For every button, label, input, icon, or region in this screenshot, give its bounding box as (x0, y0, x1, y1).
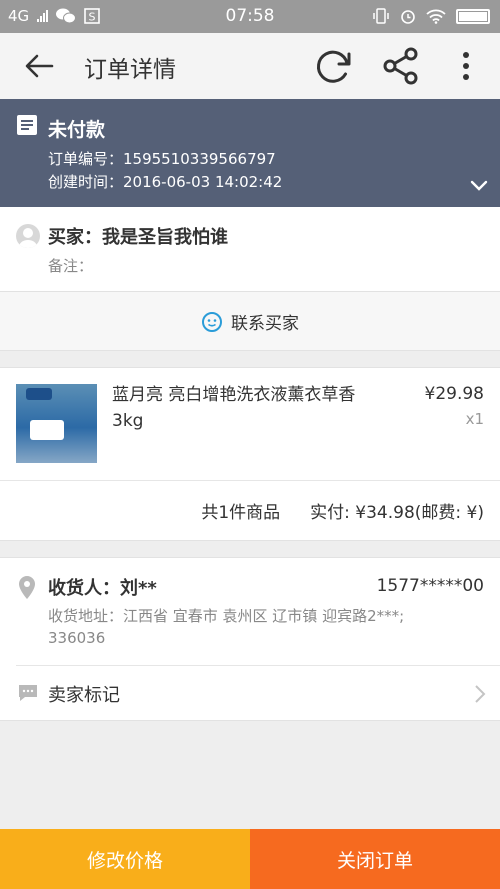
page-title: 订单详情 (84, 57, 176, 83)
arrow-left-icon[interactable] (22, 51, 56, 81)
user-icon (19, 228, 37, 248)
buyer-remark: 备注： (48, 257, 94, 275)
share-icon[interactable] (380, 45, 422, 87)
contact-buyer-label: 联系买家 (231, 314, 299, 334)
message-icon (19, 685, 37, 701)
refresh-icon[interactable] (312, 45, 354, 87)
modify-price-button[interactable]: 修改价格 (0, 829, 250, 889)
shipping-address: 收货地址：江西省 宜春市 袁州区 辽市镇 迎宾路2***; 336036 (48, 607, 405, 647)
vibrate-icon (373, 8, 389, 24)
bottom-action-bar: 修改价格 关闭订单 (0, 829, 500, 889)
order-status-card[interactable]: 未付款 订单编号：1595510339566797 创建时间：2016-06-0… (0, 99, 500, 207)
item-count: 共1件商品 (201, 503, 281, 523)
product-name: 蓝月亮 亮白增艳洗衣液薰衣草香 3kg (112, 385, 356, 431)
battery-icon (456, 8, 490, 24)
location-pin-icon (19, 576, 35, 599)
product-image[interactable] (16, 384, 97, 463)
divider (0, 480, 500, 481)
chevron-down-icon[interactable] (470, 179, 488, 193)
product-quantity: x1 (465, 410, 484, 428)
chat-face-icon (202, 311, 222, 332)
order-summary: 共1件商品 实付: ¥34.98(邮费: ¥) (201, 498, 484, 523)
document-icon (17, 115, 37, 135)
avatar (16, 224, 40, 248)
contact-buyer-button[interactable]: 联系买家 (0, 291, 500, 351)
buyer-name: 买家：我是圣旨我怕谁 (48, 227, 228, 248)
order-number: 订单编号：1595510339566797 (48, 150, 276, 168)
status-bar: 4G S 07:58 (0, 0, 500, 33)
wifi-icon (426, 9, 446, 24)
close-order-button[interactable]: 关闭订单 (250, 829, 500, 889)
more-vertical-icon[interactable] (454, 49, 478, 83)
shipping-section: 收货人：刘** 1577*****00 收货地址：江西省 宜春市 袁州区 辽市镇… (0, 557, 500, 721)
seller-mark-label[interactable]: 卖家标记 (48, 681, 120, 707)
divider (16, 665, 500, 666)
chevron-right-icon[interactable] (474, 684, 486, 704)
app-bar: 订单详情 (0, 33, 500, 99)
product-price: ¥29.98 (424, 384, 484, 404)
buyer-section: 买家：我是圣旨我怕谁 备注： (0, 207, 500, 291)
receiver-phone: 1577*****00 (376, 576, 484, 596)
receiver-name: 收货人：刘** (48, 578, 157, 599)
product-section: 蓝月亮 亮白增艳洗衣液薰衣草香 3kg ¥29.98 x1 共1件商品 实付: … (0, 367, 500, 541)
alarm-icon (401, 10, 415, 24)
order-status: 未付款 (48, 119, 106, 141)
order-created-time: 创建时间：2016-06-03 14:02:42 (48, 173, 283, 191)
paid-amount: 实付: ¥34.98(邮费: ¥) (310, 503, 484, 523)
